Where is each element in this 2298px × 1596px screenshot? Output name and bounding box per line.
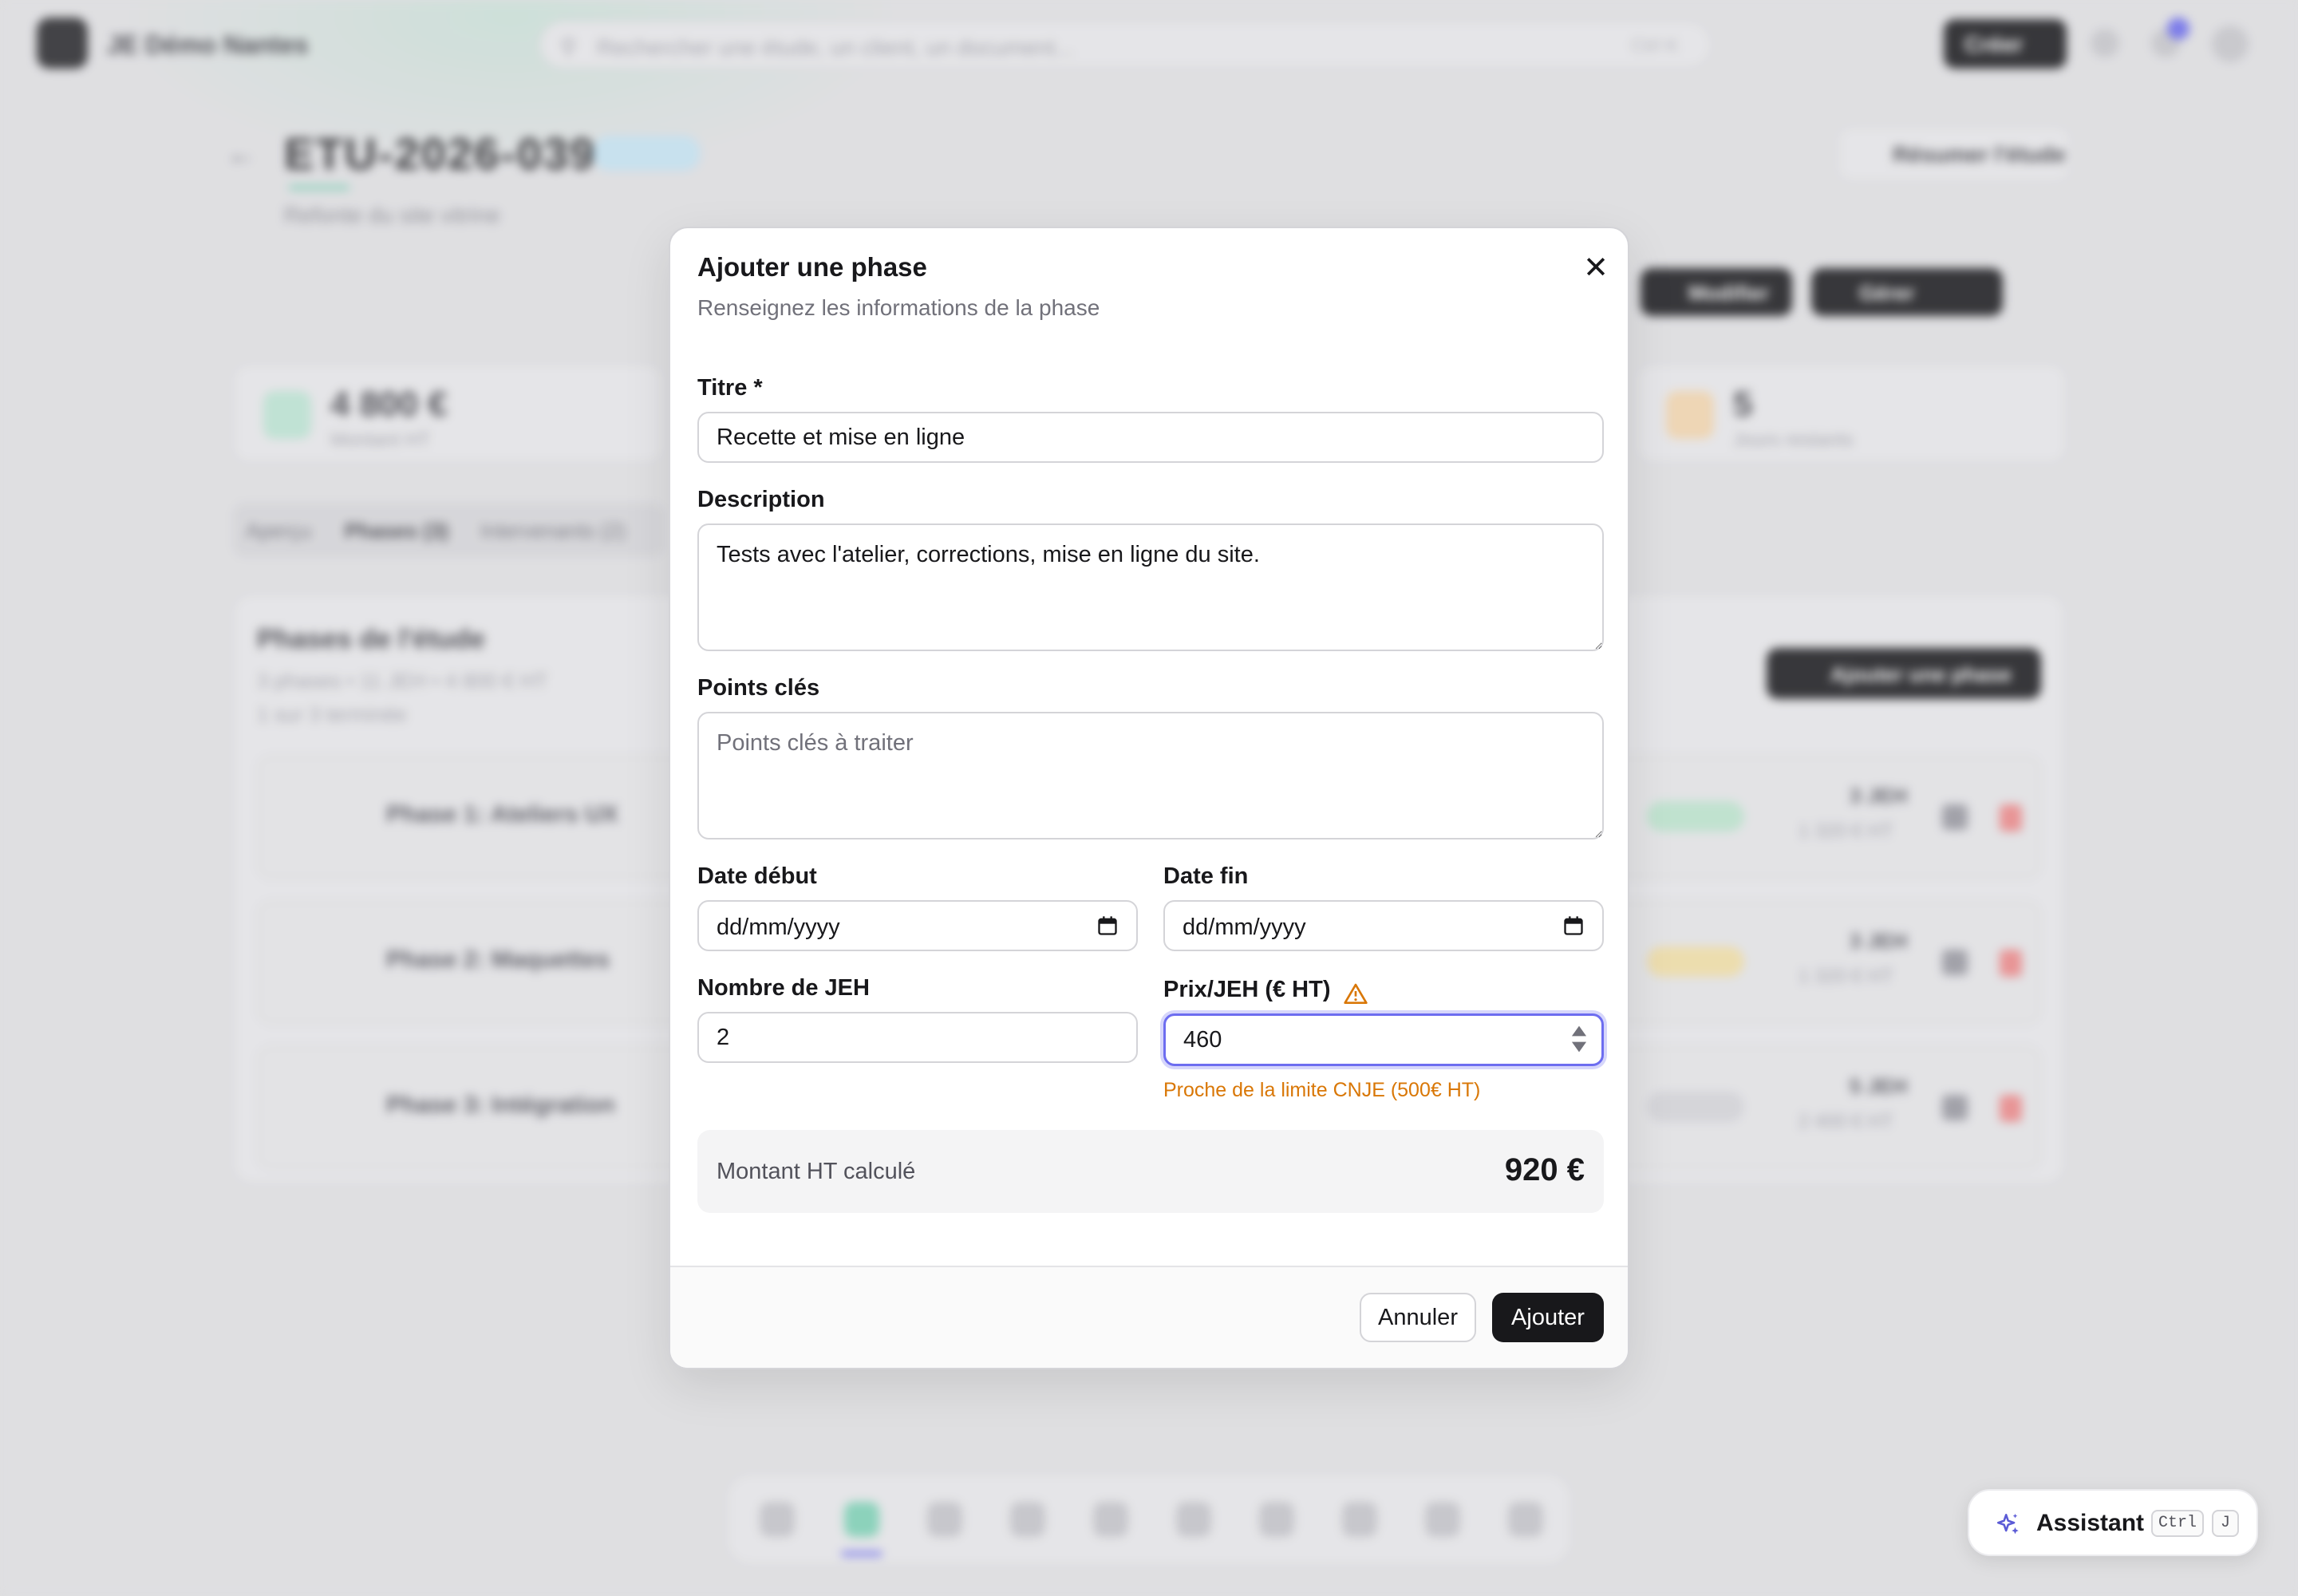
price-warning: Proche de la limite CNJE (500€ HT)	[1163, 1079, 1481, 1101]
price-label: Prix/JEH (€ HT)	[1163, 977, 1331, 1002]
calendar-icon[interactable]	[1562, 915, 1585, 937]
key-points-textarea[interactable]	[697, 712, 1604, 839]
calendar-icon[interactable]	[1096, 915, 1119, 937]
close-icon[interactable]: ✕	[1578, 251, 1613, 286]
submit-button[interactable]: Ajouter	[1492, 1293, 1604, 1342]
end-date-value: dd/mm/yyyy	[1183, 915, 1306, 940]
price-input[interactable]	[1163, 1013, 1604, 1066]
calculated-amount-box: Montant HT calculé 920 €	[697, 1130, 1604, 1213]
description-textarea[interactable]: Tests avec l'atelier, corrections, mise …	[697, 523, 1604, 651]
end-date-input[interactable]: dd/mm/yyyy	[1163, 900, 1604, 951]
calculated-amount-label: Montant HT calculé	[717, 1159, 916, 1184]
dialog-description: Renseignez les informations de la phase	[697, 295, 1100, 320]
end-date-label: Date fin	[1163, 863, 1249, 889]
assistant-label: Assistant	[2036, 1510, 2145, 1536]
start-date-label: Date début	[697, 863, 817, 889]
title-label: Titre *	[697, 375, 763, 401]
jeh-label: Nombre de JEH	[697, 975, 870, 1001]
dialog-title: Ajouter une phase	[697, 252, 927, 282]
shortcut-key-j: J	[2212, 1510, 2239, 1537]
warning-icon	[1344, 983, 1368, 1004]
description-label: Description	[697, 487, 825, 512]
price-field	[1163, 1013, 1604, 1066]
start-date-value: dd/mm/yyyy	[717, 915, 840, 940]
dialog-footer: Annuler Ajouter	[670, 1266, 1628, 1368]
start-date-input[interactable]: dd/mm/yyyy	[697, 900, 1138, 951]
key-points-label: Points clés	[697, 675, 820, 701]
title-input[interactable]	[697, 412, 1604, 463]
calculated-amount-value: 920 €	[1504, 1152, 1585, 1187]
cancel-button[interactable]: Annuler	[1360, 1293, 1476, 1342]
jeh-input[interactable]	[697, 1012, 1138, 1063]
sparkle-icon	[1996, 1513, 2019, 1535]
add-phase-dialog: Ajouter une phase Renseignez les informa…	[669, 227, 1629, 1369]
shortcut-key-ctrl: Ctrl	[2151, 1510, 2204, 1537]
spinner-icon[interactable]	[1570, 1023, 1588, 1055]
assistant-button[interactable]: Assistant Ctrl J	[1968, 1489, 2258, 1556]
